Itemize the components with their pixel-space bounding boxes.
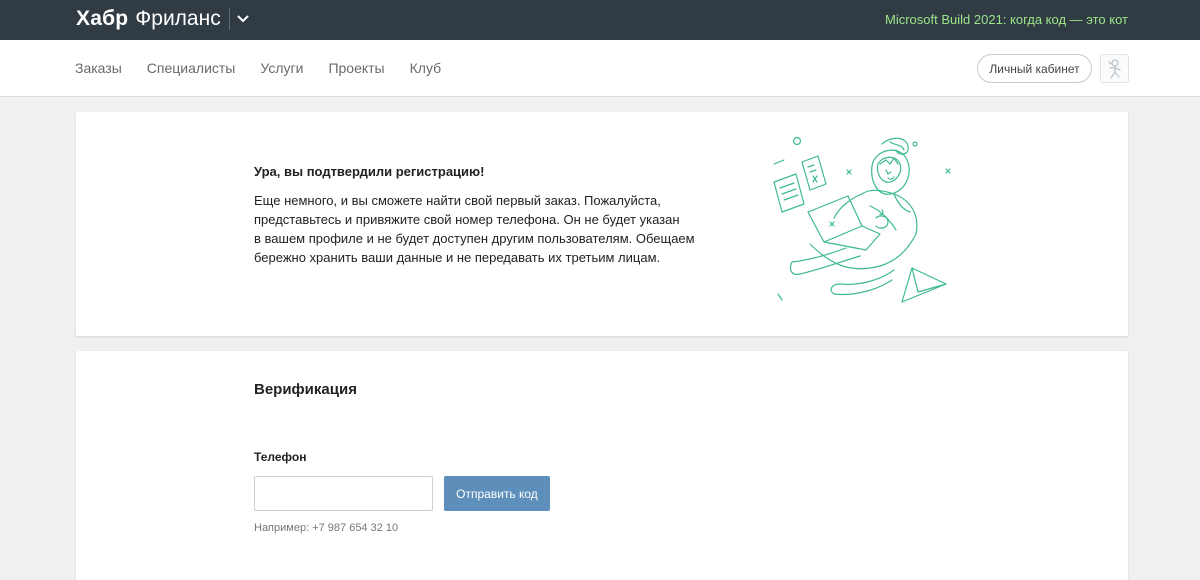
user-avatar-icon[interactable] [1100,54,1129,83]
welcome-body-line: представьтесь и привяжите свой номер тел… [254,212,680,227]
welcome-body-line: бережно хранить ваши данные и не передав… [254,250,661,265]
nav-link-projects[interactable]: Проекты [328,60,384,76]
personal-cabinet-button[interactable]: Личный кабинет [977,54,1092,83]
astronaut-freelancer-illustration [773,136,951,303]
nav-link-specialists[interactable]: Специалисты [147,60,236,76]
nav-links: Заказы Специалисты Услуги Проекты Клуб [75,60,466,76]
verification-card: Верификация Телефон Отправить код Наприм… [76,351,1128,580]
welcome-body-line: Еще немного, и вы сможете найти свой пер… [254,193,661,208]
chevron-down-icon[interactable] [235,8,251,30]
phone-input[interactable] [254,476,433,511]
welcome-text: Ура, вы подтвердили регистрацию! Еще нем… [254,164,724,267]
promo-link[interactable]: Microsoft Build 2021: когда код — это ко… [885,12,1128,27]
phone-hint: Например: +7 987 654 32 10 [254,522,399,534]
nav-link-orders[interactable]: Заказы [75,60,122,76]
site-logo[interactable]: Хабр Фриланс [76,6,251,32]
main-nav: Заказы Специалисты Услуги Проекты Клуб Л… [0,40,1200,97]
phone-label: Телефон [254,450,307,464]
top-header: Хабр Фриланс Microsoft Build 2021: когда… [0,0,1200,40]
logo-product: Фриланс [135,7,221,30]
welcome-body-line: в вашем профиле и не будет доступен друг… [254,231,695,246]
nav-link-club[interactable]: Клуб [410,60,442,76]
welcome-body: Еще немного, и вы сможете найти свой пер… [254,191,724,267]
logo-divider [228,8,230,30]
welcome-title: Ура, вы подтвердили регистрацию! [254,164,485,179]
welcome-card: Ура, вы подтвердили регистрацию! Еще нем… [76,112,1128,336]
logo-brand: Хабр [76,7,129,30]
verification-title: Верификация [254,381,357,398]
nav-link-services[interactable]: Услуги [260,60,303,76]
send-code-button[interactable]: Отправить код [444,476,550,511]
